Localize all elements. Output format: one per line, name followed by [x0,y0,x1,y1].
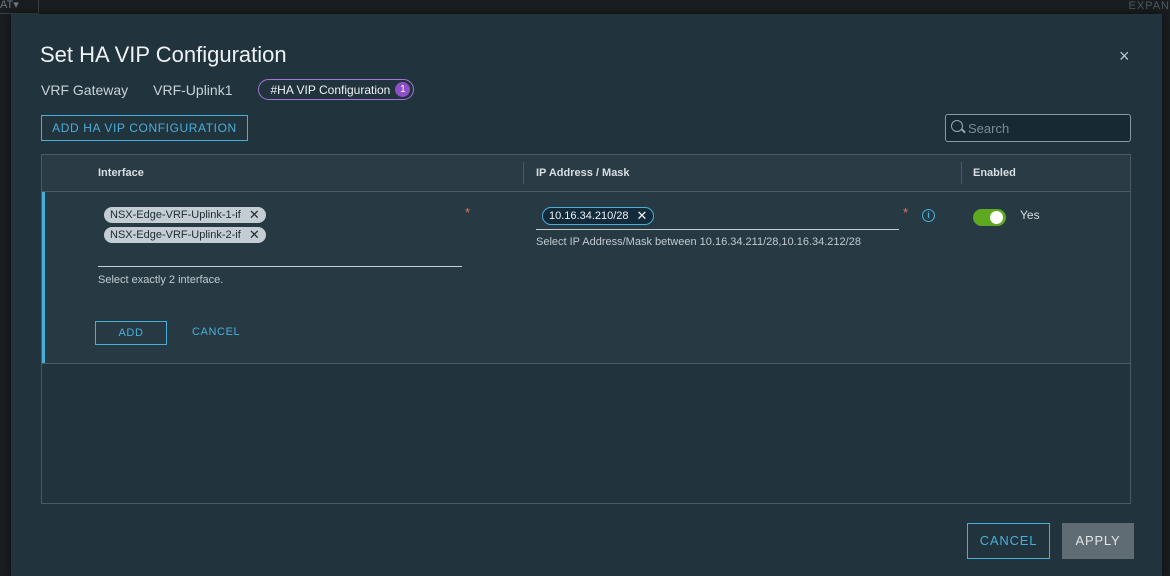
background-menu-fragment: AT▾ [0,0,39,14]
breadcrumb-active-pill: #HA VIP Configuration 1 [257,79,415,100]
ha-vip-modal: Set HA VIP Configuration × VRF Gateway V… [11,14,1162,576]
interface-chip-label: NSX-Edge-VRF-Uplink-2-if [110,229,241,241]
remove-chip-icon[interactable]: ✕ [249,227,260,243]
chevron-down-icon: ▾ [13,0,19,11]
breadcrumb-item-vrf-uplink1[interactable]: VRF-Uplink1 [153,82,232,98]
breadcrumb: VRF Gateway VRF-Uplink1 #HA VIP Configur… [41,79,415,100]
interface-hint: Select exactly 2 interface. [98,274,224,286]
interface-chip: NSX-Edge-VRF-Uplink-1-if ✕ [104,207,266,223]
breadcrumb-active-label: #HA VIP Configuration [270,82,391,97]
ip-address-input[interactable] [536,229,899,230]
search-input[interactable] [968,115,1123,141]
search-icon [951,120,963,132]
grid-header: Interface IP Address / Mask Enabled [42,155,1130,192]
ha-vip-grid: Interface IP Address / Mask Enabled NSX-… [41,154,1131,504]
toggle-knob [990,211,1003,224]
column-divider [523,162,524,184]
close-icon[interactable]: × [1119,46,1130,67]
required-marker: * [465,205,471,220]
column-header-enabled: Enabled [973,167,1016,179]
edit-row: NSX-Edge-VRF-Uplink-1-if ✕ NSX-Edge-VRF-… [42,192,1130,364]
count-badge: 1 [395,82,411,97]
remove-chip-icon[interactable]: ✕ [637,208,648,224]
column-divider [961,162,962,184]
search-box [945,114,1131,142]
interface-input[interactable] [98,266,462,267]
interface-chip-label: NSX-Edge-VRF-Uplink-1-if [110,209,241,221]
add-ha-vip-configuration-button[interactable]: ADD HA VIP CONFIGURATION [41,115,248,141]
background-menu-label: AT [0,0,14,11]
column-header-interface: Interface [98,167,144,179]
column-header-ip-address: IP Address / Mask [536,167,630,179]
ip-address-hint: Select IP Address/Mask between 10.16.34.… [536,236,861,248]
remove-chip-icon[interactable]: ✕ [249,207,260,223]
row-cancel-button[interactable]: CANCEL [192,326,240,338]
interface-chip: NSX-Edge-VRF-Uplink-2-if ✕ [104,227,266,243]
cancel-button[interactable]: CANCEL [967,523,1050,559]
enabled-label: Yes [1020,208,1040,222]
info-icon[interactable]: i [922,209,935,222]
modal-title: Set HA VIP Configuration [40,42,287,67]
ip-address-chip-label: 10.16.34.210/28 [549,210,629,222]
apply-button[interactable]: APPLY [1062,523,1134,559]
row-add-button[interactable]: ADD [95,321,167,345]
enabled-toggle[interactable] [973,209,1006,226]
breadcrumb-item-vrf-gateway[interactable]: VRF Gateway [41,82,128,98]
required-marker: * [903,205,909,220]
background-expand-label: EXPAN [1128,0,1170,12]
ip-address-chip: 10.16.34.210/28 ✕ [542,207,655,225]
